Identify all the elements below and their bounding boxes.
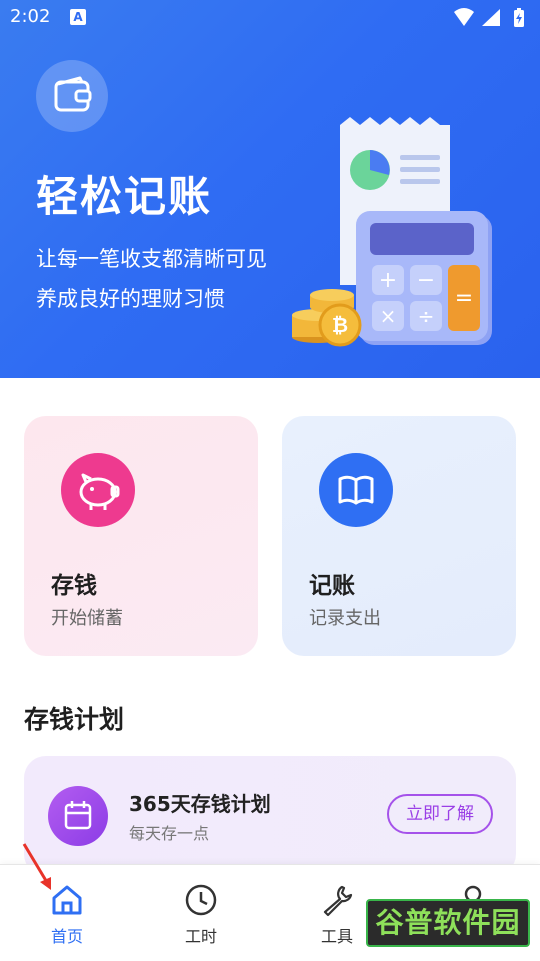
- save-money-card[interactable]: 存钱 开始储蓄: [24, 416, 258, 656]
- piggy-bank-icon: [61, 453, 135, 527]
- plan-subtitle: 每天存一点: [129, 824, 210, 843]
- nav-label-tools: 工具: [320, 927, 353, 946]
- book-icon: [319, 453, 393, 527]
- nav-item-hours[interactable]: 工时: [166, 883, 236, 947]
- section-title: 存钱计划: [24, 705, 125, 734]
- receipt-calculator-coins-illustration: + − × ÷ = ₿: [292, 117, 492, 347]
- status-icons: [454, 8, 524, 27]
- record-card-title: 记账: [309, 573, 355, 599]
- wallet-icon: [36, 60, 108, 132]
- wrench-icon: [323, 885, 353, 917]
- nav-item-tools[interactable]: 工具: [302, 883, 372, 947]
- hero-title: 轻松记账: [36, 172, 213, 221]
- calendar-icon: [48, 786, 108, 846]
- svg-text:+: +: [379, 268, 397, 293]
- hero-subtitle-line1: 让每一笔收支都清晰可见: [36, 247, 267, 271]
- wifi-icon: [454, 8, 474, 26]
- status-time: 2:02: [10, 6, 51, 27]
- svg-text:×: ×: [380, 304, 397, 328]
- svg-text:=: =: [455, 286, 473, 311]
- svg-text:÷: ÷: [418, 304, 435, 328]
- signal-icon: [482, 9, 500, 26]
- save-card-subtitle: 开始储蓄: [51, 608, 123, 629]
- pointer-arrow-icon: [22, 843, 51, 890]
- hero-subtitle-line2: 养成良好的理财习惯: [36, 287, 225, 311]
- record-card-subtitle: 记录支出: [309, 608, 381, 629]
- battery-charging-icon: [514, 8, 524, 27]
- learn-more-button[interactable]: 立即了解: [387, 794, 493, 834]
- clock-icon: [185, 884, 217, 916]
- bookkeeping-card[interactable]: 记账 记录支出: [282, 416, 516, 656]
- watermark-logo: 谷普软件园: [366, 899, 530, 947]
- notification-icon: A: [70, 9, 86, 25]
- nav-label-hours: 工时: [184, 927, 217, 946]
- status-bar: 2:02 A: [0, 0, 540, 38]
- plan-card[interactable]: 365天存钱计划 每天存一点 立即了解: [24, 756, 516, 876]
- hero-banner: 2:02 A 轻松记账 让每一笔收支都清晰可见 养成良好的理财习惯 + − × …: [0, 0, 540, 378]
- svg-text:−: −: [417, 268, 435, 293]
- save-card-title: 存钱: [51, 573, 97, 599]
- svg-text:₿: ₿: [332, 313, 348, 337]
- nav-label-home: 首页: [50, 927, 83, 946]
- plan-title: 365天存钱计划: [129, 792, 271, 816]
